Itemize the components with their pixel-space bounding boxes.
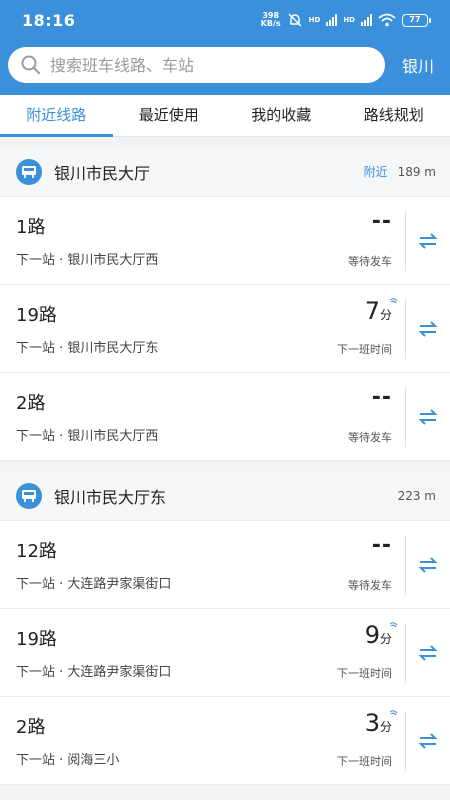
stop-distance: 223 m bbox=[397, 488, 436, 503]
wifi-icon bbox=[378, 13, 396, 27]
arrival-eta: 9分 bbox=[365, 621, 398, 649]
arrival-eta: -- bbox=[371, 209, 392, 234]
next-stop: 下一站 · 大连路尹家渠街口 bbox=[16, 577, 172, 592]
arrival-status: 下一班时间 bbox=[337, 755, 392, 768]
arrival-status: 等待发车 bbox=[348, 579, 392, 592]
stop-group: 银川市民大厅 附近 189 m 1路 下一站 · 银川市民大厅西 -- 等待发车… bbox=[0, 147, 450, 461]
battery-icon: 77 bbox=[402, 13, 431, 27]
bus-stop-icon bbox=[16, 158, 42, 185]
route-row[interactable]: 19路 下一站 · 大连路尹家渠街口 9分 下一班时间 bbox=[0, 609, 450, 697]
network-speed: 398 KB/s bbox=[260, 11, 281, 28]
status-bar: 18:16 398 KB/s HD HD 77 bbox=[0, 0, 450, 40]
search-box[interactable] bbox=[8, 47, 385, 83]
swap-direction-icon[interactable] bbox=[418, 407, 438, 427]
status-icons: 398 KB/s HD HD 77 bbox=[260, 11, 431, 28]
divider bbox=[405, 299, 406, 359]
stop-distance: 189 m bbox=[397, 164, 436, 179]
route-name: 19路 bbox=[16, 629, 57, 650]
search-row: 银川 bbox=[8, 47, 450, 83]
route-name: 19路 bbox=[16, 305, 57, 326]
tab-favorites[interactable]: 我的收藏 bbox=[225, 95, 338, 136]
next-stop: 下一站 · 阅海三小 bbox=[16, 753, 120, 768]
route-name: 12路 bbox=[16, 541, 57, 562]
route-row[interactable]: 19路 下一站 · 银川市民大厅东 7分 下一班时间 bbox=[0, 285, 450, 373]
arrival-status: 等待发车 bbox=[348, 255, 392, 268]
route-row[interactable]: 2路 下一站 · 银川市民大厅西 -- 等待发车 bbox=[0, 373, 450, 461]
swap-direction-icon[interactable] bbox=[418, 231, 438, 251]
route-name: 1路 bbox=[16, 217, 46, 238]
search-input[interactable] bbox=[50, 55, 350, 75]
route-row[interactable]: 1路 下一站 · 银川市民大厅西 -- 等待发车 bbox=[0, 197, 450, 285]
signal-icon-2 bbox=[361, 14, 372, 26]
route-name: 2路 bbox=[16, 717, 46, 738]
signal-icon bbox=[326, 14, 338, 26]
next-stop: 下一站 · 银川市民大厅东 bbox=[16, 341, 159, 356]
divider bbox=[405, 711, 406, 771]
tab-bar: 附近线路 最近使用 我的收藏 路线规划 bbox=[0, 95, 450, 137]
swap-direction-icon[interactable] bbox=[418, 319, 438, 339]
next-stop: 下一站 · 大连路尹家渠街口 bbox=[16, 665, 172, 680]
arrival-eta: -- bbox=[371, 385, 392, 410]
live-signal-icon bbox=[389, 298, 398, 304]
stop-name: 银川市民大厅东 bbox=[54, 487, 167, 507]
tab-route-planning[interactable]: 路线规划 bbox=[338, 95, 450, 136]
live-signal-icon bbox=[389, 710, 398, 716]
stop-header[interactable]: 银川市民大厅 附近 189 m bbox=[0, 147, 450, 197]
route-row[interactable]: 12路 下一站 · 大连路尹家渠街口 -- 等待发车 bbox=[0, 521, 450, 609]
city-selector[interactable]: 银川 bbox=[402, 53, 434, 77]
next-stop: 下一站 · 银川市民大厅西 bbox=[16, 253, 159, 268]
search-icon bbox=[21, 55, 40, 74]
mute-icon bbox=[288, 13, 302, 27]
arrival-eta: 7分 bbox=[365, 297, 398, 325]
stop-header[interactable]: 银川市民大厅东 223 m bbox=[0, 471, 450, 521]
arrival-eta: 3分 bbox=[365, 709, 398, 737]
arrival-status: 下一班时间 bbox=[337, 343, 392, 356]
arrival-status: 下一班时间 bbox=[337, 667, 392, 680]
tab-recent[interactable]: 最近使用 bbox=[113, 95, 226, 136]
tab-nearby-routes[interactable]: 附近线路 bbox=[0, 95, 113, 137]
bus-stop-icon bbox=[16, 482, 42, 509]
next-stop: 下一站 · 银川市民大厅西 bbox=[16, 429, 159, 444]
live-signal-icon bbox=[389, 622, 398, 628]
divider bbox=[405, 623, 406, 683]
divider bbox=[405, 387, 406, 447]
arrival-eta: -- bbox=[371, 533, 392, 558]
swap-direction-icon[interactable] bbox=[418, 731, 438, 751]
status-time: 18:16 bbox=[22, 10, 76, 30]
arrival-status: 等待发车 bbox=[348, 431, 392, 444]
nearby-badge: 附近 bbox=[363, 165, 388, 179]
swap-direction-icon[interactable] bbox=[418, 643, 438, 663]
divider bbox=[405, 211, 406, 271]
swap-direction-icon[interactable] bbox=[418, 555, 438, 575]
stop-name: 银川市民大厅 bbox=[54, 163, 151, 183]
stop-group: 银川市民大厅东 223 m 12路 下一站 · 大连路尹家渠街口 -- 等待发车… bbox=[0, 471, 450, 785]
route-name: 2路 bbox=[16, 393, 46, 414]
divider bbox=[405, 535, 406, 595]
route-row[interactable]: 2路 下一站 · 阅海三小 3分 下一班时间 bbox=[0, 697, 450, 785]
top-bar: 18:16 398 KB/s HD HD 77 搜索班车线路、车站 银川 bbox=[0, 0, 450, 95]
